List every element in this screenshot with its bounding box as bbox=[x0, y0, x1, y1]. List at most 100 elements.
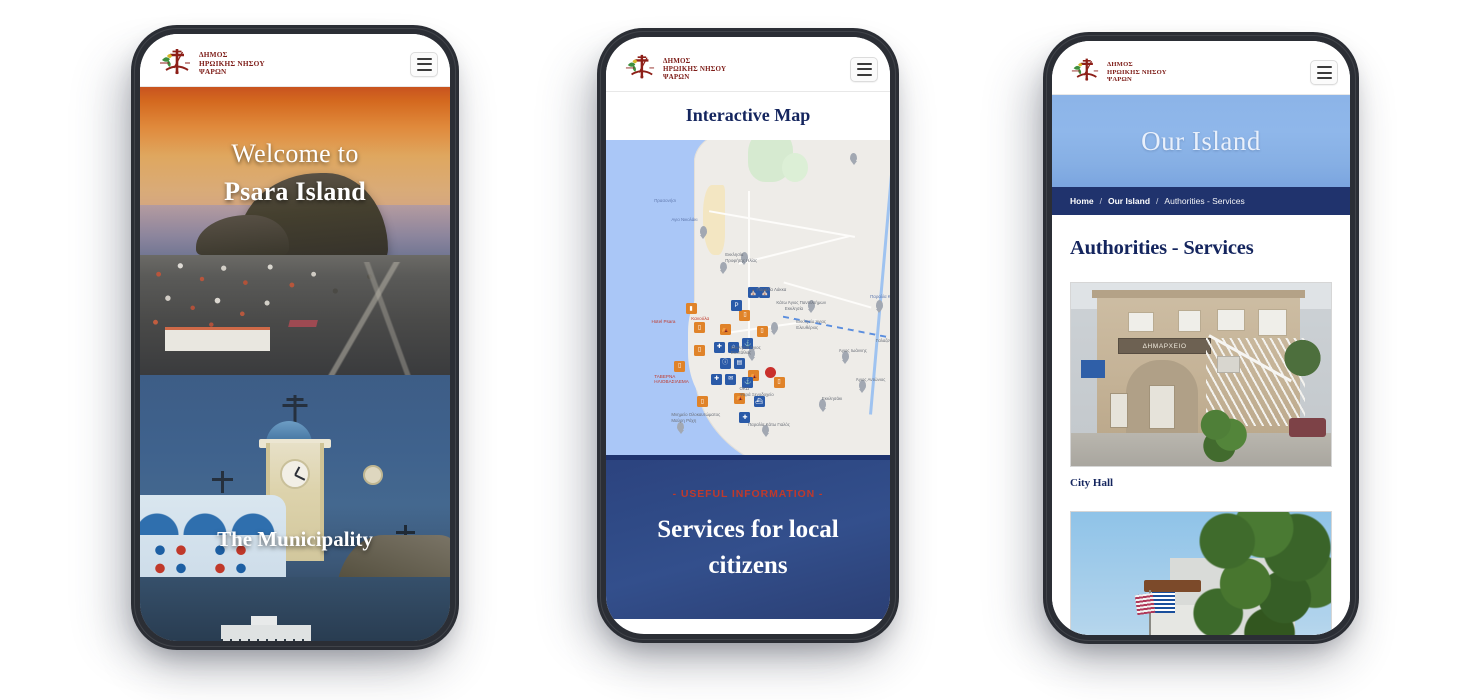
map-pin[interactable] bbox=[770, 322, 778, 332]
map-poi-store-icon[interactable]: ▯ bbox=[756, 325, 768, 337]
site-brand[interactable]: ΔΗΜΟΣ ΗΡΩΙΚΗΣ ΝΗΣΟΥ ΨΑΡΩΝ bbox=[618, 52, 726, 87]
phone-2-screen: ΔΗΜΟΣ ΗΡΩΙΚΗΣ ΝΗΣΟΥ ΨΑΡΩΝ Interactive Ma… bbox=[606, 37, 890, 634]
hamburger-menu-icon[interactable] bbox=[410, 51, 438, 77]
map-poi-school-icon[interactable]: ✚ bbox=[711, 373, 723, 385]
city-hall-window bbox=[1177, 310, 1201, 333]
interactive-map[interactable]: ⛺ ⛺ ⛺ ▮ ▯ ▯ ▯ ▯ ▯ ▯ ✚ ⌂ ⚓ ⓘ ▤ ✚ ✉ ⚓ ⛴ ✚ … bbox=[606, 140, 890, 460]
map-poi-hospital-icon[interactable]: ✚ bbox=[713, 341, 725, 353]
map-label: Κανούλα bbox=[691, 316, 710, 321]
map-label: Εκκλησία bbox=[784, 306, 804, 312]
map-road bbox=[748, 191, 750, 352]
map-poi-food-icon[interactable]: ▯ bbox=[694, 322, 706, 334]
site-brand[interactable]: ΔΗΜΟΣ ΗΡΩΙΚΗΣ ΝΗΣΟΥ ΨΑΡΩΝ bbox=[1064, 56, 1167, 89]
section-useful-information: - USEFUL INFORMATION - Services for loca… bbox=[606, 460, 890, 619]
phone-mockup-3: ΔΗΜΟΣ ΗΡΩΙΚΗΣ ΝΗΣΟΥ ΨΑΡΩΝ Our Island Hom… bbox=[1043, 32, 1359, 644]
breadcrumb-item-our-island[interactable]: Our Island bbox=[1108, 196, 1150, 206]
hero-text-block: Welcome to Psara Island bbox=[140, 139, 450, 207]
map-poi-post-icon[interactable]: ✉ bbox=[725, 373, 737, 385]
screenshot-canvas: ΔΗΜΟΣ ΗΡΩΙΚΗΣ ΝΗΣΟΥ ΨΑΡΩΝ Welcome to Psa… bbox=[0, 0, 1469, 700]
city-hall-side-door bbox=[1110, 392, 1129, 428]
page-title: Authorities - Services bbox=[1070, 237, 1254, 259]
map-poi-beach-icon[interactable]: ▯ bbox=[696, 396, 708, 407]
useful-information-kicker: - USEFUL INFORMATION - bbox=[672, 488, 824, 500]
map-poi-bank-icon[interactable]: ▤ bbox=[733, 357, 745, 369]
map-label: Γαλαζονήσι bbox=[875, 338, 890, 344]
map-label: Κάτω Άγιος Παντελεήμων bbox=[776, 300, 827, 305]
breadcrumb-separator: / bbox=[1099, 196, 1102, 206]
hero-village-court bbox=[287, 319, 318, 327]
page-banner: Our Island bbox=[1052, 95, 1350, 187]
map-label: ΤΑΒΕΡΝΑ ΗΛΙΟΒΑΣΙΛΕΜΑ bbox=[654, 373, 689, 385]
map-beach bbox=[702, 184, 726, 256]
hamburger-menu-icon[interactable] bbox=[850, 56, 878, 82]
map-label: Μνημείο Ολοκαυτώματος Μαύρη Ράχη bbox=[671, 412, 721, 423]
breadcrumb: Home / Our Island / Authorities - Servic… bbox=[1052, 187, 1350, 215]
city-hall-shrub bbox=[1190, 400, 1253, 463]
map-label: Εκκλησία Άγιος Ευστάθιος bbox=[730, 344, 761, 356]
breadcrumb-separator: / bbox=[1156, 196, 1159, 206]
photo-second-building[interactable] bbox=[1070, 511, 1332, 635]
hero-banner-welcome[interactable]: Welcome to Psara Island bbox=[140, 87, 450, 375]
hamburger-line bbox=[416, 57, 432, 60]
church-clock-face bbox=[280, 459, 310, 489]
church-cross-icon bbox=[282, 395, 308, 423]
map-poi-restaurant-icon[interactable]: ▯ bbox=[674, 360, 686, 372]
city-hall-sign: ΔΗΜΑΡΧΕΙΟ bbox=[1117, 337, 1212, 355]
hamburger-line bbox=[1316, 77, 1332, 79]
map-pin[interactable] bbox=[719, 261, 727, 272]
city-hall-roof bbox=[1091, 290, 1305, 298]
church-facade-cross-icon bbox=[211, 471, 233, 493]
map-poi-ferry-icon[interactable]: ⛴ bbox=[753, 396, 765, 407]
map-poi-store-icon[interactable]: ▯ bbox=[739, 309, 751, 321]
map-pin[interactable] bbox=[677, 421, 684, 432]
second-building-photo bbox=[1071, 512, 1331, 635]
city-hall-window bbox=[1128, 312, 1155, 333]
hamburger-line bbox=[1316, 66, 1332, 68]
map-label: ΟΚΩ Ψαρά Ξενοδοχείο bbox=[739, 386, 774, 397]
hamburger-line bbox=[856, 62, 872, 65]
map-pin[interactable] bbox=[699, 226, 707, 236]
church-clock-face-side bbox=[363, 465, 384, 485]
hamburger-line bbox=[856, 73, 872, 76]
phone-3-screen: ΔΗΜΟΣ ΗΡΩΙΚΗΣ ΝΗΣΟΥ ΨΑΡΩΝ Our Island Hom… bbox=[1052, 41, 1350, 635]
hamburger-line bbox=[1316, 71, 1332, 74]
map-label: Αγιο Νικολάκι bbox=[671, 216, 698, 222]
psara-municipality-crest-icon bbox=[1070, 56, 1100, 89]
phone-1-screen: ΔΗΜΟΣ ΗΡΩΙΚΗΣ ΝΗΣΟΥ ΨΑΡΩΝ Welcome to Psa… bbox=[140, 34, 450, 641]
page-banner-title: Our Island bbox=[1141, 125, 1261, 156]
hero-line-2: Psara Island bbox=[224, 177, 366, 206]
map-poi-info-icon[interactable]: ⓘ bbox=[719, 357, 731, 369]
site-brand-name: ΔΗΜΟΣ ΗΡΩΙΚΗΣ ΝΗΣΟΥ ΨΑΡΩΝ bbox=[199, 50, 265, 77]
city-hall-window bbox=[1216, 308, 1246, 331]
map-label: Παραλία Λάκκα bbox=[756, 287, 787, 293]
breadcrumb-item-home[interactable]: Home bbox=[1070, 196, 1094, 206]
city-hall-tree bbox=[1279, 326, 1326, 390]
interactive-map-heading: Interactive Map bbox=[606, 92, 890, 140]
map-pin[interactable] bbox=[875, 300, 883, 310]
site-brand-name: ΔΗΜΟΣ ΗΡΩΙΚΗΣ ΝΗΣΟΥ ΨΑΡΩΝ bbox=[663, 56, 727, 82]
section-the-municipality[interactable]: The Municipality bbox=[140, 375, 450, 641]
psara-municipality-crest-icon bbox=[624, 52, 656, 87]
map-label: Εκκλησάκι bbox=[821, 396, 843, 401]
map-poi-cafe-icon[interactable]: ▯ bbox=[694, 344, 706, 356]
site-brand[interactable]: ΔΗΜΟΣ ΗΡΩΙΚΗΣ ΝΗΣΟΥ ΨΑΡΩΝ bbox=[152, 46, 265, 83]
map-label: Άγιος Ιωάννης bbox=[838, 348, 867, 353]
map-label: Παραλία Κάτσαρος bbox=[870, 293, 890, 299]
hero-village bbox=[140, 255, 450, 375]
map-label: Εκκλησία Άγιος Ελευθέριος bbox=[796, 319, 827, 330]
city-hall-sign-text: ΔΗΜΑΡΧΕΙΟ bbox=[1142, 342, 1187, 350]
map-poi-lodging-icon[interactable]: ⛺ bbox=[719, 324, 731, 335]
hero-line-1: Welcome to bbox=[231, 139, 359, 168]
map-poi-parking-icon[interactable]: P bbox=[730, 300, 742, 311]
useful-information-title: Services for local citizens bbox=[657, 516, 839, 580]
municipality-title: The Municipality bbox=[217, 527, 373, 551]
breadcrumb-item-current: Authorities - Services bbox=[1164, 196, 1245, 206]
hamburger-line bbox=[416, 68, 432, 71]
photo-city-hall[interactable]: ΔΗΜΑΡΧΕΙΟ bbox=[1070, 282, 1332, 467]
map-poi-viewpoint-icon[interactable]: ▯ bbox=[773, 376, 785, 388]
map-pin[interactable] bbox=[850, 152, 858, 163]
phone-mockup-1: ΔΗΜΟΣ ΗΡΩΙΚΗΣ ΝΗΣΟΥ ΨΑΡΩΝ Welcome to Psa… bbox=[131, 25, 459, 650]
hamburger-menu-icon[interactable] bbox=[1310, 60, 1338, 85]
map-poi-shop-icon[interactable]: ▮ bbox=[685, 303, 697, 315]
site-header: ΔΗΜΟΣ ΗΡΩΙΚΗΣ ΝΗΣΟΥ ΨΑΡΩΝ bbox=[606, 37, 890, 92]
